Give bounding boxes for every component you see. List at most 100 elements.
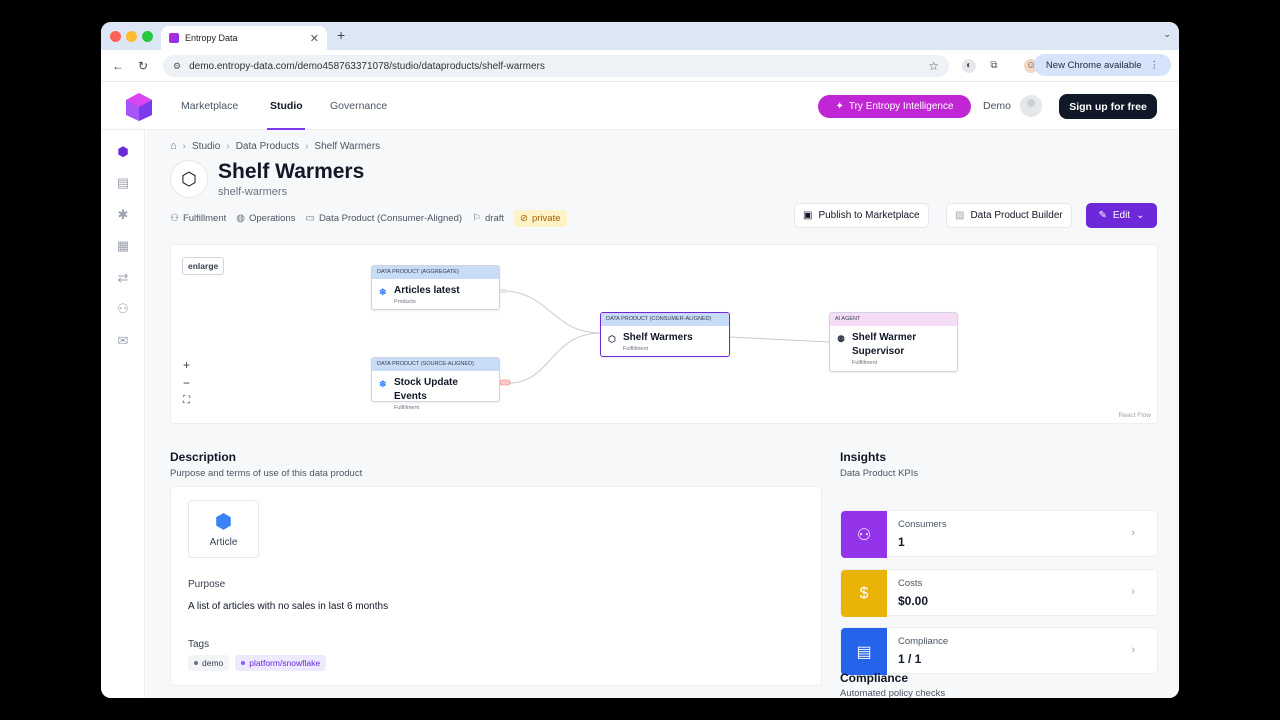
edge-stock-to-shelf xyxy=(508,332,602,384)
publish-icon: ▣ xyxy=(803,210,813,221)
lineage-graph[interactable]: enlarge DATA PRODUCT (AGGREGATE) ❄ Articl… xyxy=(170,244,1158,424)
edit-button[interactable]: ✎ Edit ⌄ xyxy=(1086,203,1157,228)
node-shelf-warmers[interactable]: DATA PRODUCT (CONSUMER-ALIGNED) ⬡ Shelf W… xyxy=(600,312,730,357)
zoom-in-button[interactable]: + xyxy=(183,358,190,372)
inbox-icon[interactable]: ✉ xyxy=(115,333,131,349)
package-icon: ⬡ xyxy=(170,160,208,198)
snowflake-icon: ❄ xyxy=(379,287,387,297)
team-meta[interactable]: ⚇ Fulfillment xyxy=(170,213,226,224)
sign-up-button[interactable]: Sign up for free xyxy=(1059,94,1157,119)
nav-marketplace[interactable]: Marketplace xyxy=(181,100,238,112)
insights-heading: Insights xyxy=(840,450,887,464)
domain-meta[interactable]: ◍ Operations xyxy=(236,213,295,224)
kpi-compliance[interactable]: ▤ Compliance 1 / 1 › xyxy=(840,627,1158,675)
node-kind: DATA PRODUCT (SOURCE-ALIGNED) xyxy=(372,358,499,371)
reload-icon[interactable]: ↻ xyxy=(138,59,148,73)
node-subtitle: Fulfillment xyxy=(852,360,878,366)
node-articles-latest[interactable]: DATA PRODUCT (AGGREGATE) ❄ Articles lates… xyxy=(371,265,500,310)
user-name[interactable]: Demo xyxy=(983,100,1011,112)
chevron-right-icon: › xyxy=(1131,586,1135,598)
publish-to-marketplace-button[interactable]: ▣ Publish to Marketplace xyxy=(794,203,929,228)
edge-handle xyxy=(499,289,508,293)
data-catalog-icon[interactable]: ▦ xyxy=(115,238,131,254)
try-entropy-intelligence-button[interactable]: ✦ Try Entropy Intelligence xyxy=(818,95,971,118)
entropy-favicon-icon xyxy=(169,33,179,43)
data-contracts-icon[interactable]: ▤ xyxy=(115,175,131,191)
blue-cube-icon: ⬢ xyxy=(214,511,233,533)
extension-icon[interactable]: ◐ xyxy=(962,59,976,73)
back-arrow-icon[interactable]: ← xyxy=(112,59,124,73)
home-icon[interactable]: ⌂ xyxy=(170,140,177,152)
node-subtitle: Fulfillment xyxy=(394,405,420,411)
sidebar: ⬢ ▤ ✱ ▦ ⇄ ⚇ ✉ xyxy=(101,130,145,698)
teams-icon[interactable]: ⚇ xyxy=(115,301,131,317)
data-products-icon[interactable]: ⬢ xyxy=(115,144,131,160)
kpi-label: Costs xyxy=(898,578,923,589)
description-card: ⬢ Article Purpose A list of articles wit… xyxy=(170,486,822,686)
extensions-puzzle-icon[interactable]: ⧉ xyxy=(987,59,1001,73)
pencil-icon: ✎ xyxy=(1098,210,1107,221)
sparkle-icon: ✦ xyxy=(835,101,844,112)
new-chrome-available-button[interactable]: New Chrome available ⋮ xyxy=(1033,54,1171,76)
new-chrome-label: New Chrome available xyxy=(1045,59,1142,71)
purpose-label: Purpose xyxy=(188,579,226,590)
user-avatar-icon[interactable] xyxy=(1020,95,1042,117)
visibility-badge: ⊘ private xyxy=(514,210,567,227)
access-icon[interactable]: ⇄ xyxy=(115,270,131,286)
data-product-builder-button[interactable]: ▨ Data Product Builder xyxy=(946,203,1072,228)
nav-governance[interactable]: Governance xyxy=(330,100,387,112)
kpi-costs[interactable]: $ Costs $0.00 › xyxy=(840,569,1158,617)
kpi-consumers[interactable]: ⚇ Consumers 1 › xyxy=(840,510,1158,558)
kpi-value: $0.00 xyxy=(898,594,929,608)
chevron-right-icon: › xyxy=(1131,644,1135,656)
node-title: Articles latest xyxy=(394,285,460,296)
article-entity-card[interactable]: ⬢ Article xyxy=(188,500,259,558)
tag-platform-snowflake[interactable]: platform/snowflake xyxy=(235,655,327,671)
status-label: draft xyxy=(485,213,505,224)
consumers-icon: ⚇ xyxy=(841,511,887,558)
url-text: demo.entropy-data.com/demo458763371078/s… xyxy=(189,60,545,72)
insights-subheading: Data Product KPIs xyxy=(840,468,919,479)
snowflake-icon: ❄ xyxy=(379,379,387,389)
node-kind: DATA PRODUCT (AGGREGATE) xyxy=(372,266,499,279)
node-shelf-warmer-supervisor[interactable]: AI AGENT ⚉ Shelf Warmer Supervisor Fulfil… xyxy=(829,312,958,372)
compliance-subheading: Automated policy checks xyxy=(840,688,946,698)
new-tab-button[interactable]: + xyxy=(337,27,345,43)
node-title: Stock Update Events xyxy=(394,377,458,402)
minimize-window-button[interactable] xyxy=(126,31,137,42)
entropy-logo-icon[interactable] xyxy=(125,92,153,122)
breadcrumb-data-products[interactable]: Data Products xyxy=(236,141,299,152)
kpi-value: 1 / 1 xyxy=(898,652,922,666)
entity-label: Article xyxy=(209,537,238,548)
breadcrumb-studio[interactable]: Studio xyxy=(192,141,220,152)
type-meta: ▭ Data Product (Consumer-Aligned) xyxy=(305,213,462,224)
nav-studio[interactable]: Studio xyxy=(270,100,303,112)
publish-label: Publish to Marketplace xyxy=(818,210,920,221)
close-tab-icon[interactable]: ✕ xyxy=(310,32,319,45)
fit-view-icon[interactable]: ⛶ xyxy=(183,395,190,406)
site-info-icon[interactable]: ⚙ xyxy=(173,61,181,72)
bookmark-star-icon[interactable]: ☆ xyxy=(928,59,939,73)
browser-tab[interactable]: Entropy Data ✕ xyxy=(161,26,327,50)
close-window-button[interactable] xyxy=(110,31,121,42)
edit-label: Edit xyxy=(1112,210,1131,221)
chevron-right-icon: › xyxy=(1131,527,1135,539)
maximize-window-button[interactable] xyxy=(142,31,153,42)
team-icon: ⚇ xyxy=(170,213,179,224)
tag-demo[interactable]: demo xyxy=(188,655,230,671)
url-bar[interactable]: ⚙ demo.entropy-data.com/demo458763371078… xyxy=(163,55,949,77)
breadcrumb-current: Shelf Warmers xyxy=(314,140,381,152)
browser-window: Entropy Data ✕ + ⌄ ← ↻ ⚙ demo.entropy-da… xyxy=(101,22,1179,698)
sources-icon[interactable]: ✱ xyxy=(115,207,131,223)
node-subtitle: Fulfillment xyxy=(623,346,649,352)
tab-search-chevron-icon[interactable]: ⌄ xyxy=(1163,29,1171,40)
status-meta: ⚐ draft xyxy=(472,213,504,224)
eye-off-icon: ⊘ xyxy=(520,213,528,224)
zoom-out-button[interactable]: − xyxy=(183,376,190,390)
react-flow-attribution[interactable]: React Flow xyxy=(1118,412,1151,419)
node-stock-update-events[interactable]: DATA PRODUCT (SOURCE-ALIGNED) ❄ Stock Upd… xyxy=(371,357,500,411)
globe-icon: ◍ xyxy=(236,213,245,224)
description-subheading: Purpose and terms of use of this data pr… xyxy=(170,468,363,479)
tag-label: platform/snowflake xyxy=(249,658,321,668)
kpi-label: Consumers xyxy=(898,519,947,530)
